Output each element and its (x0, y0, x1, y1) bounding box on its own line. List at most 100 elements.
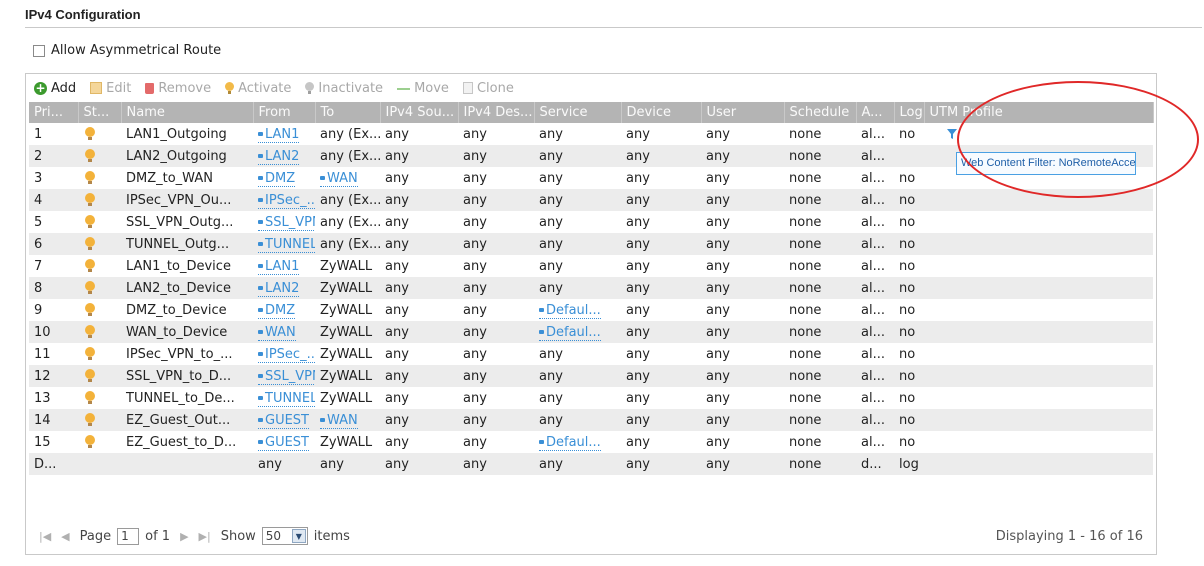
object-link[interactable]: DMZ (258, 303, 296, 319)
lightbulb-on-icon[interactable] (85, 303, 95, 317)
table-row[interactable]: 9 DMZ_to_Device DMZ ZyWALL any any Defaul... an… (29, 299, 1153, 321)
table-header-row: Pri... St... Name From To IPv4 Sou... IP… (29, 102, 1154, 123)
ipv4-source-cell: any (380, 431, 458, 453)
column-header-to[interactable]: To (315, 102, 381, 123)
status-cell (78, 321, 121, 343)
object-link[interactable]: GUEST (258, 435, 309, 451)
column-header-user[interactable]: User (701, 102, 785, 123)
lightbulb-on-icon[interactable] (85, 237, 95, 251)
to-cell: ZyWALL (315, 365, 380, 387)
column-header-ipv4-destination[interactable]: IPv4 Des... (458, 102, 535, 123)
object-link[interactable]: IPSec_... (258, 347, 315, 363)
object-link[interactable]: WAN (320, 171, 358, 187)
table-row[interactable]: 7 LAN1_to_Device LAN1 ZyWALL any any any any any… (29, 255, 1153, 277)
lightbulb-on-icon[interactable] (85, 435, 95, 449)
previous-page-icon[interactable]: ◀ (61, 530, 69, 543)
object-link[interactable]: WAN (258, 325, 296, 341)
object-link[interactable]: SSL_VPN (258, 369, 315, 385)
service-cell: Defaul... (534, 431, 621, 453)
object-link[interactable]: LAN1 (258, 126, 300, 143)
column-header-from[interactable]: From (253, 102, 316, 123)
utm-profile-cell (924, 189, 1153, 211)
object-link[interactable]: Defaul... (539, 435, 601, 451)
ipv4-destination-cell: any (458, 145, 534, 167)
object-link[interactable]: TUNNEL (258, 237, 315, 253)
remove-label: Remove (158, 80, 212, 96)
column-header-action[interactable]: A... (856, 102, 895, 123)
lightbulb-on-icon[interactable] (85, 149, 95, 163)
lightbulb-on-icon[interactable] (85, 171, 95, 185)
table-row[interactable]: 15 EZ_Guest_to_D... GUEST ZyWALL any any Defau… (29, 431, 1153, 453)
object-icon (258, 132, 263, 137)
table-row[interactable]: 13 TUNNEL_to_De... TUNNEL ZyWALL any any any an… (29, 387, 1153, 409)
object-link-label: LAN1 (265, 126, 300, 142)
chevron-down-icon[interactable]: ▼ (291, 529, 306, 543)
column-header-utm-profile[interactable]: UTM Profile (924, 102, 1154, 123)
object-link[interactable]: TUNNEL (258, 391, 315, 407)
object-link[interactable]: IPSec_... (258, 193, 315, 209)
object-link[interactable]: WAN (320, 413, 358, 429)
page-size-select[interactable]: 50 ▼ (261, 527, 308, 545)
lightbulb-on-icon[interactable] (85, 391, 95, 405)
object-link[interactable]: LAN2 (258, 149, 300, 165)
column-header-ipv4-source[interactable]: IPv4 Sou... (380, 102, 459, 123)
table-row[interactable]: 11 IPSec_VPN_to_... IPSec_... ZyWALL any any a… (29, 343, 1153, 365)
to-cell: ZyWALL (315, 387, 380, 409)
lightbulb-on-icon[interactable] (85, 413, 95, 427)
ipv4-source-cell: any (380, 211, 458, 233)
first-page-icon[interactable]: |◀ (39, 530, 51, 543)
table-row[interactable]: 1 LAN1_Outgoing LAN1 any (Ex... any any any any… (29, 123, 1153, 145)
log-cell: no (894, 277, 924, 299)
table-row[interactable]: 8 LAN2_to_Device LAN2 ZyWALL any any any any any… (29, 277, 1153, 299)
last-page-icon[interactable]: ▶| (199, 530, 211, 543)
table-row[interactable]: 12SSL_VPN_to_D...SSL_VPNZyWALLanyanyanya… (29, 365, 1153, 387)
activate-button[interactable]: Activate (225, 81, 291, 96)
lightbulb-on-icon[interactable] (85, 281, 95, 295)
remove-button[interactable]: Remove (145, 81, 211, 96)
table-row[interactable]: 5SSL_VPN_Outg...SSL_VPNany (Ex...anyanya… (29, 211, 1153, 233)
table-row[interactable]: 4 IPSec_VPN_Ou... IPSec_... any (Ex... any an… (29, 189, 1153, 211)
object-link[interactable]: GUEST (258, 413, 309, 429)
table-row[interactable]: 10 WAN_to_Device WAN ZyWALL any any Defaul... a… (29, 321, 1153, 343)
column-header-priority[interactable]: Pri... (29, 102, 79, 123)
lightbulb-on-icon[interactable] (85, 369, 95, 383)
column-header-status[interactable]: St... (78, 102, 122, 123)
object-link[interactable]: Defaul... (539, 303, 601, 319)
utm-profile-cell (924, 343, 1153, 365)
service-cell: any (534, 387, 621, 409)
move-button[interactable]: Move (397, 81, 449, 96)
lightbulb-on-icon[interactable] (85, 325, 95, 339)
edit-button[interactable]: Edit (90, 81, 131, 96)
table-row[interactable]: 6 TUNNEL_Outg... TUNNEL any (Ex... any any any… (29, 233, 1153, 255)
object-link-label: WAN (327, 412, 358, 428)
object-link[interactable]: LAN1 (258, 259, 300, 275)
device-cell: any (621, 321, 701, 343)
column-header-service[interactable]: Service (534, 102, 622, 123)
clone-button[interactable]: Clone (462, 81, 514, 96)
asymmetrical-route-checkbox[interactable] (33, 44, 45, 57)
user-cell: any (701, 123, 784, 145)
schedule-cell: none (784, 277, 856, 299)
object-link[interactable]: LAN2 (258, 281, 300, 297)
column-header-schedule[interactable]: Schedule (784, 102, 857, 123)
lightbulb-on-icon[interactable] (85, 215, 95, 229)
table-row[interactable]: 14 EZ_Guest_Out... GUEST WAN any any any any any… (29, 409, 1153, 431)
column-header-log[interactable]: Log (894, 102, 925, 123)
page-number-input[interactable]: 1 (117, 527, 140, 545)
object-link[interactable]: Defaul... (539, 325, 601, 341)
lightbulb-on-icon[interactable] (85, 259, 95, 273)
asymmetrical-route-option[interactable]: Allow Asymmetrical Route (33, 43, 221, 58)
lightbulb-on-icon[interactable] (85, 193, 95, 207)
filter-icon[interactable] (946, 128, 958, 140)
lightbulb-on-icon[interactable] (85, 127, 95, 141)
table-row[interactable]: D... any any any any any any any none d... log (29, 453, 1153, 475)
add-button[interactable]: + Add (34, 81, 76, 96)
column-header-device[interactable]: Device (621, 102, 702, 123)
inactivate-button[interactable]: Inactivate (305, 81, 383, 96)
next-page-icon[interactable]: ▶ (180, 530, 188, 543)
to-cell: ZyWALL (315, 277, 380, 299)
object-link[interactable]: DMZ (258, 171, 296, 187)
column-header-name[interactable]: Name (121, 102, 254, 123)
lightbulb-on-icon[interactable] (85, 347, 95, 361)
object-link[interactable]: SSL_VPN (258, 215, 315, 231)
